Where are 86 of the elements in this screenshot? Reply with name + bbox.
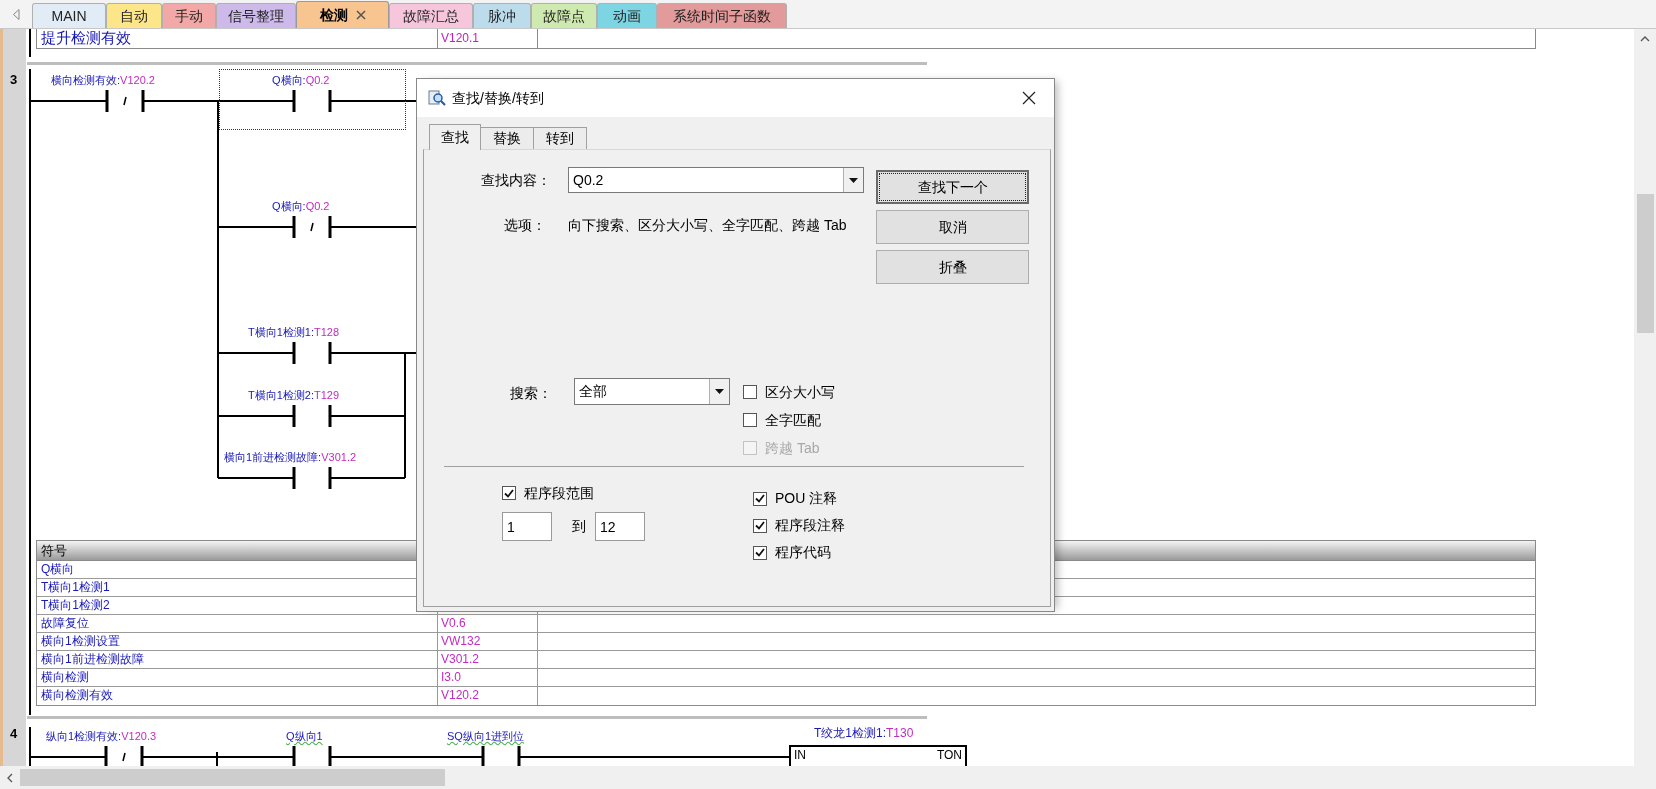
contact-label: 横向检测有效:V120.2 (51, 73, 155, 87)
dropdown-button[interactable] (843, 168, 863, 192)
field-label: 查找内容： (480, 170, 551, 190)
scrollbar-thumb[interactable] (1636, 194, 1654, 333)
range-end-field[interactable]: 12 (595, 512, 645, 541)
options-summary: 向下搜索、区分大小写、全字匹配、跨越 Tab (568, 216, 848, 235)
editor-tab[interactable]: 系统时间子函数 (657, 3, 787, 28)
network-number: 4 (10, 725, 18, 743)
network-number: 3 (10, 71, 18, 89)
checkbox-label[interactable]: 程序段注释 (775, 515, 845, 536)
checkbox-label[interactable]: 全字匹配 (765, 409, 821, 431)
table-cell: 横向检测 (37, 669, 438, 686)
field-label: 搜索： (509, 384, 552, 403)
normally-open-contact[interactable] (292, 403, 332, 429)
checkbox[interactable] (743, 413, 757, 427)
contact-label: SQ纵向1进到位 (447, 729, 524, 743)
contact-label: 纵向1检测有效:V120.3 (46, 729, 157, 743)
normally-open-contact[interactable] (481, 744, 521, 766)
close-icon (1022, 91, 1036, 105)
close-icon[interactable] (355, 10, 366, 20)
contact-label: Q横向:Q0.2 (272, 73, 330, 87)
contact-label: T横向1检测1:T128 (248, 325, 340, 339)
table-cell: I3.0 (438, 669, 538, 686)
table-cell: 横向检测有效 (37, 687, 438, 705)
checkbox[interactable] (743, 385, 757, 399)
block-label: T绞龙1检测1:T130 (814, 726, 914, 740)
contact-label: Q纵向1 (286, 729, 323, 743)
normally-open-contact[interactable] (292, 744, 332, 766)
editor-tab[interactable]: 信号整理 (216, 3, 296, 28)
editor-tab[interactable]: 自动 (106, 3, 162, 28)
left-arrow-icon (12, 8, 20, 20)
editor-tab[interactable]: MAIN (32, 3, 106, 28)
normally-open-contact[interactable] (292, 340, 332, 366)
checkbox[interactable] (753, 545, 767, 560)
range-start-field[interactable]: 1 (502, 512, 552, 541)
checkbox-label[interactable]: 区分大小写 (765, 381, 835, 403)
find-combobox[interactable]: Q0.2 (568, 167, 864, 193)
checkbox-label[interactable]: 程序代码 (775, 542, 831, 563)
normally-closed-contact[interactable] (105, 88, 145, 114)
table-cell: V301.2 (438, 651, 538, 668)
normally-open-contact[interactable] (292, 88, 332, 114)
table-cell: 横向1前进检测故障 (37, 651, 438, 668)
field-value: Q0.2 (572, 170, 605, 190)
dialog-button[interactable]: 取消 (876, 210, 1029, 244)
dialog-tab[interactable]: 查找 (429, 124, 481, 150)
block-type-label: TON (936, 747, 962, 764)
editor-tab[interactable]: 故障汇总 (389, 3, 473, 28)
editor-tab[interactable]: 动画 (597, 3, 657, 28)
table-cell: 横向1检测设置 (37, 633, 438, 650)
checkbox[interactable] (753, 518, 767, 533)
table-cell: V0.6 (438, 615, 538, 632)
table-cell: VW132 (438, 633, 538, 650)
range-separator: 到 (572, 517, 586, 536)
table-cell: 故障复位 (37, 615, 438, 632)
editor-tab[interactable]: 检测 (296, 1, 389, 28)
checkbox-label[interactable]: POU 注释 (775, 488, 838, 509)
dialog-title: 查找/替换/转到 (452, 88, 544, 108)
dropdown-arrow-icon (849, 177, 858, 183)
checkbox[interactable] (753, 491, 767, 506)
table-cell: 提升检测有效 (37, 29, 438, 48)
editor-tab[interactable]: 故障点 (531, 3, 597, 28)
dialog-tab[interactable]: 转到 (533, 127, 587, 149)
table-cell: V120.1 (438, 29, 538, 48)
field-value: 全部 (578, 382, 608, 401)
dialog-tab[interactable]: 替换 (480, 127, 534, 149)
block-input-label: IN (794, 747, 806, 764)
dialog-button[interactable]: 折叠 (876, 250, 1029, 284)
dropdown-arrow-icon (715, 389, 724, 394)
field-label: 选项： (503, 216, 546, 235)
scrollbar-thumb[interactable] (20, 769, 445, 786)
ladder-wire (29, 29, 31, 58)
dialog-button[interactable]: 查找下一个 (876, 170, 1029, 204)
contact-label: T横向1检测2:T129 (248, 388, 340, 402)
normally-closed-contact[interactable] (292, 214, 332, 240)
normally-open-contact[interactable] (292, 465, 332, 491)
dropdown-button[interactable] (709, 379, 729, 404)
normally-closed-contact[interactable] (104, 744, 144, 766)
checkbox[interactable] (502, 486, 516, 500)
editor-tab[interactable]: 脉冲 (473, 3, 531, 28)
contact-label: Q横向:Q0.2 (272, 199, 330, 213)
magnifier-icon (428, 89, 446, 107)
search-combobox[interactable]: 全部 (574, 378, 730, 405)
checkbox-label[interactable]: 程序段范围 (524, 482, 594, 504)
editor-tab[interactable]: 手动 (162, 3, 216, 28)
contact-label: 横向1前进检测故障:V301.2 (224, 450, 357, 464)
table-cell: V120.2 (438, 687, 538, 705)
